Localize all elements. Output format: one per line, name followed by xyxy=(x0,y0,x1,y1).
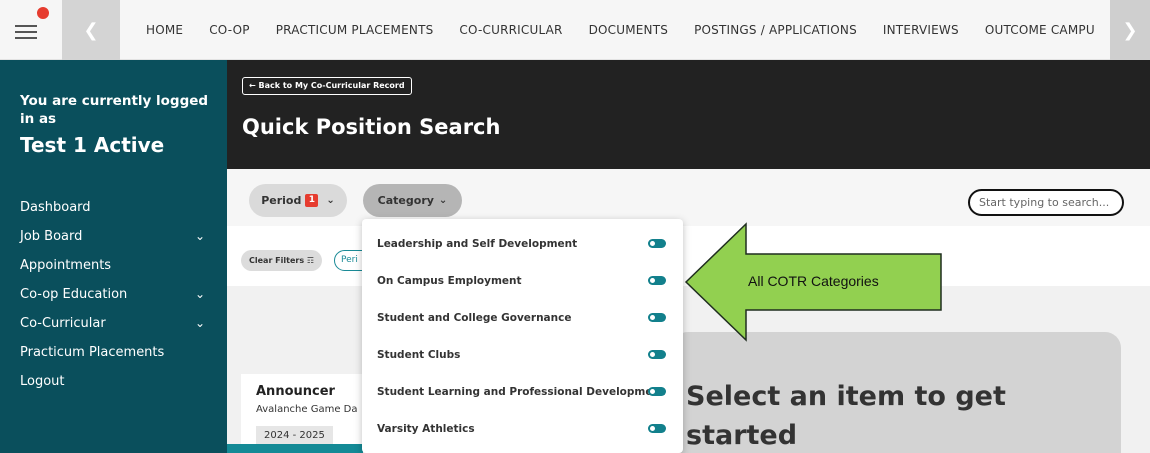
nav-scroll-left-button[interactable]: ❮ xyxy=(62,0,120,60)
nav-item-postings-applications[interactable]: POSTINGS / APPLICATIONS xyxy=(694,23,857,37)
sidebar-item-appointments[interactable]: Appointments xyxy=(0,251,227,280)
sidebar-item-label: Job Board xyxy=(20,229,83,244)
category-toggle[interactable] xyxy=(648,387,666,396)
category-option-student-governance[interactable]: Student and College Governance xyxy=(377,308,571,328)
sidebar-item-logout[interactable]: Logout xyxy=(0,367,227,396)
category-filter-button[interactable]: Category ⌄ xyxy=(363,184,462,217)
notification-dot xyxy=(34,4,52,22)
chevron-down-icon: ⌄ xyxy=(194,287,205,301)
chevron-down-icon: ⌄ xyxy=(194,229,205,243)
category-option-on-campus-employment[interactable]: On Campus Employment xyxy=(377,271,522,291)
sidebar-item-label: Appointments xyxy=(20,258,112,273)
clear-filters-button[interactable]: Clear Filters ☶ xyxy=(241,250,323,271)
search-input[interactable]: Start typing to search... xyxy=(968,189,1124,216)
nav-scroll-right-button[interactable]: ❯ xyxy=(1110,0,1150,60)
position-title: Announcer xyxy=(256,384,335,399)
position-organization: Avalanche Game Da xyxy=(256,404,358,415)
chevron-left-icon: ❮ xyxy=(83,19,99,41)
callout-label: All COTR Categories xyxy=(748,273,879,289)
nav-item-interviews[interactable]: INTERVIEWS xyxy=(883,23,959,37)
category-option-student-learning[interactable]: Student Learning and Professional Develo… xyxy=(377,382,665,402)
nav-item-co-op[interactable]: CO-OP xyxy=(209,23,250,37)
chevron-down-icon: ⌄ xyxy=(438,195,448,206)
page-title: Quick Position Search xyxy=(242,115,501,139)
category-toggle[interactable] xyxy=(648,276,666,285)
page-header: ← Back to My Co-Curricular Record Quick … xyxy=(227,60,1150,169)
nav-item-practicum-placements[interactable]: PRACTICUM PLACEMENTS xyxy=(276,23,434,37)
empty-state-text: Select an item to get started xyxy=(686,381,1006,451)
period-filter-label: Period xyxy=(261,194,302,207)
sidebar-item-label: Logout xyxy=(20,374,65,389)
sidebar: You are currently logged in as Test 1 Ac… xyxy=(0,60,227,453)
chevron-right-icon: ❯ xyxy=(1122,19,1138,41)
sidebar-item-label: Practicum Placements xyxy=(20,345,165,360)
user-name: Test 1 Active xyxy=(20,133,165,157)
login-status-text: You are currently logged in as xyxy=(20,93,209,127)
period-filter-button[interactable]: Period 1 ⌄ xyxy=(249,184,347,217)
nav-item-home[interactable]: HOME xyxy=(146,23,183,37)
category-toggle[interactable] xyxy=(648,350,666,359)
nav-item-documents[interactable]: DOCUMENTS xyxy=(589,23,669,37)
category-dropdown: Leadership and Self Development On Campu… xyxy=(362,219,683,453)
sidebar-item-label: Dashboard xyxy=(20,200,91,215)
sidebar-item-dashboard[interactable]: Dashboard xyxy=(0,193,227,222)
filter-bar: Period 1 ⌄ Category ⌄ Start typing to searc… xyxy=(227,169,1150,226)
chevron-down-icon: ⌄ xyxy=(194,316,205,330)
selected-card-indicator xyxy=(227,444,363,453)
category-option-leadership[interactable]: Leadership and Self Development xyxy=(377,234,577,254)
clear-filters-label: Clear Filters xyxy=(249,256,305,265)
hamburger-menu-icon[interactable] xyxy=(0,0,62,60)
category-toggle[interactable] xyxy=(648,239,666,248)
category-option-varsity-athletics[interactable]: Varsity Athletics xyxy=(377,419,475,439)
nav-item-outcome-campus[interactable]: OUTCOME CAMPU xyxy=(985,23,1095,37)
sidebar-item-co-op-education[interactable]: Co-op Education ⌄ xyxy=(0,280,227,309)
position-card[interactable]: Announcer Avalanche Game Da 2024 - 2025 xyxy=(241,374,369,453)
sidebar-item-practicum-placements[interactable]: Practicum Placements xyxy=(0,338,227,367)
category-filter-label: Category xyxy=(377,194,434,207)
sidebar-item-label: Co-Curricular xyxy=(20,316,106,331)
category-option-student-clubs[interactable]: Student Clubs xyxy=(377,345,460,365)
sidebar-item-job-board[interactable]: Job Board ⌄ xyxy=(0,222,227,251)
back-to-record-button[interactable]: ← Back to My Co-Curricular Record xyxy=(242,77,412,95)
sidebar-menu: Dashboard Job Board ⌄ Appointments Co-op … xyxy=(0,193,227,396)
nav-item-co-curricular[interactable]: CO-CURRICULAR xyxy=(459,23,562,37)
category-toggle[interactable] xyxy=(648,424,666,433)
position-year-badge: 2024 - 2025 xyxy=(256,426,333,445)
empty-state-panel: Select an item to get started xyxy=(672,332,1121,453)
category-toggle[interactable] xyxy=(648,313,666,322)
filter-clear-icon: ☶ xyxy=(306,256,315,265)
period-count-badge: 1 xyxy=(305,194,319,207)
nav-items: HOME CO-OP PRACTICUM PLACEMENTS CO-CURRI… xyxy=(120,0,1095,60)
sidebar-item-label: Co-op Education xyxy=(20,287,128,302)
chevron-down-icon: ⌄ xyxy=(326,195,335,206)
sidebar-item-co-curricular[interactable]: Co-Curricular ⌄ xyxy=(0,309,227,338)
top-navigation: ❮ HOME CO-OP PRACTICUM PLACEMENTS CO-CUR… xyxy=(0,0,1150,60)
